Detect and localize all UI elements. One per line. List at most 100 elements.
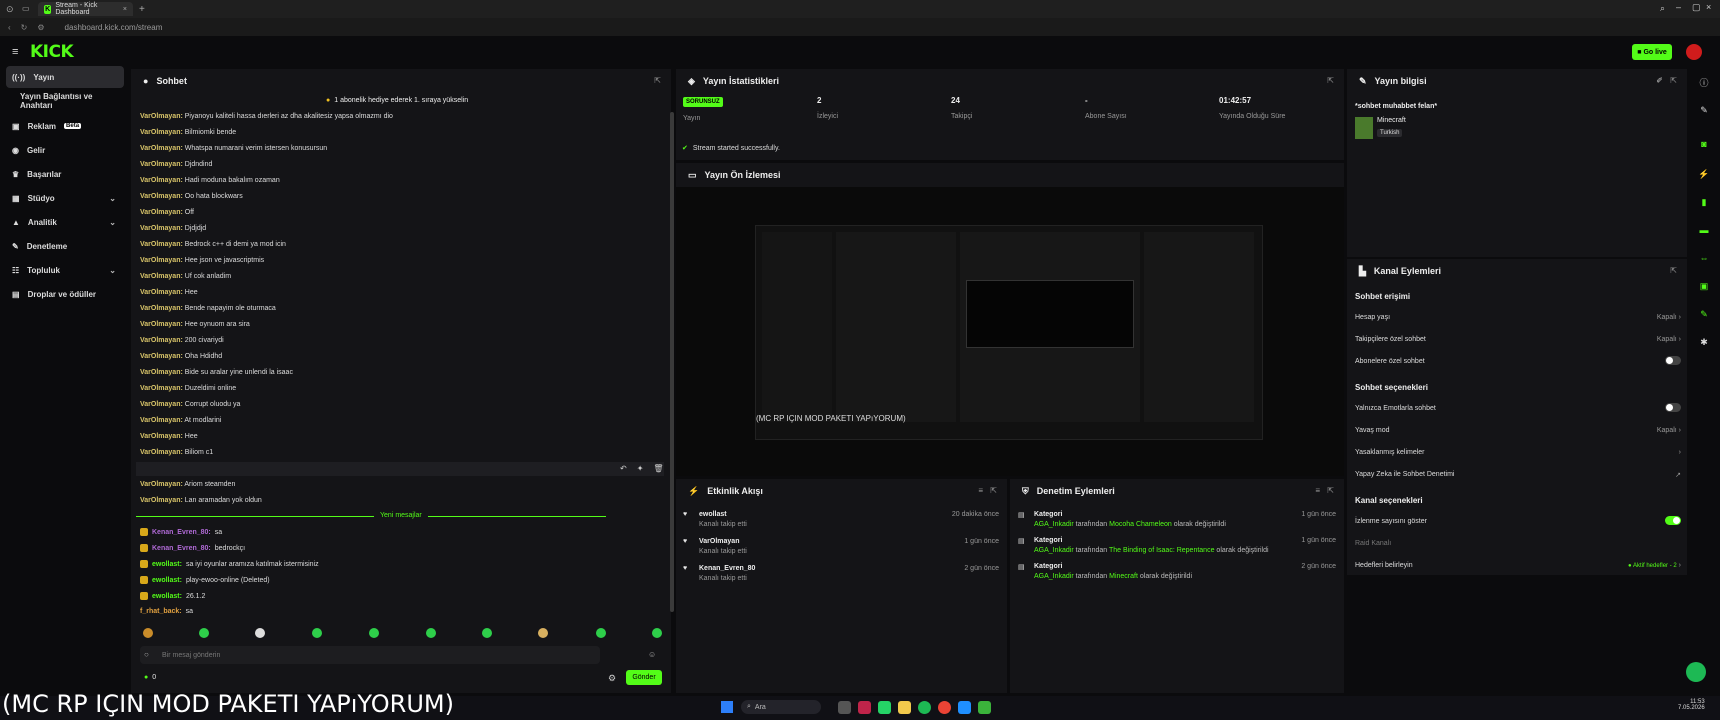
pin-icon[interactable]: ✦ [637, 464, 644, 473]
chat-message[interactable]: VarOlmayan: Djdndind [140, 161, 212, 168]
chat-settings-icon[interactable]: ⚙ [608, 673, 616, 684]
sidebar-item-moderation[interactable]: ✎ Denetleme [6, 235, 124, 257]
tab-overview-icon[interactable]: ▭ [22, 4, 30, 13]
emote-icon[interactable] [426, 628, 436, 638]
chat-username[interactable]: VarOlmayan: [140, 401, 183, 408]
taskbar-search[interactable]: ⌕ Ara [741, 700, 821, 714]
followers-only-row[interactable]: Takipçilere özel sohbet Kapalı › [1355, 336, 1681, 343]
chat-username[interactable]: VarOlmayan: [140, 145, 183, 152]
chat-message[interactable]: VarOlmayan: Duzeldimi online [140, 385, 236, 392]
emote-icon[interactable] [255, 628, 265, 638]
activity-user[interactable]: Kenan_Evren_80 [699, 565, 999, 572]
chat-message[interactable]: VarOlmayan: Uf cok anladim [140, 273, 231, 280]
category-name[interactable]: Minecraft [1377, 117, 1406, 124]
chat-message[interactable]: VarOlmayan: Piyanoyu kaliteli hassa dıer… [140, 113, 393, 120]
rail-wrench-icon[interactable]: ✎ [1696, 306, 1712, 322]
chat-username[interactable]: VarOlmayan: [140, 337, 183, 344]
chat-message[interactable]: ewollast: 26.1.2 [140, 592, 205, 600]
popout-icon[interactable]: ⇱ [1327, 76, 1334, 85]
mod-user[interactable]: AGA_Inkadir [1034, 547, 1074, 554]
user-avatar[interactable] [1686, 44, 1702, 60]
taskbar-whatsapp-icon[interactable] [878, 701, 891, 714]
url-field[interactable]: dashboard.kick.com/stream [65, 23, 163, 32]
mod-user[interactable]: AGA_Inkadir [1034, 573, 1074, 580]
rail-chat-icon[interactable]: ▬ [1696, 222, 1712, 238]
pencil-icon[interactable]: ✎ [1696, 102, 1712, 118]
goals-row[interactable]: Hedefleri belirleyin ● Aktif hedefler - 2… [1355, 562, 1681, 569]
chat-username[interactable]: VarOlmayan: [140, 225, 183, 232]
chat-message[interactable]: VarOlmayan: Off [140, 209, 194, 216]
ai-moderation-row[interactable]: Yapay Zeka ile Sohbet Denetimi ↗ [1355, 471, 1681, 479]
chat-username[interactable]: VarOlmayan: [140, 177, 183, 184]
help-icon[interactable] [1686, 662, 1706, 682]
popout-icon[interactable]: ⇱ [1670, 76, 1677, 85]
emote-icon[interactable] [369, 628, 379, 638]
taskbar-minecraft-icon[interactable] [978, 701, 991, 714]
chat-message[interactable]: VarOlmayan: Corrupt oluodu ya [140, 401, 240, 408]
chat-message[interactable]: VarOlmayan: Bedrock c++ di demi ya mod i… [140, 241, 286, 248]
emote-icon[interactable] [143, 628, 153, 638]
chat-message[interactable]: VarOlmayan: Hee [140, 433, 198, 440]
chat-message[interactable]: f_rhat_back: sa [140, 608, 193, 615]
taskbar-spotify-icon[interactable] [918, 701, 931, 714]
emote-icon[interactable] [312, 628, 322, 638]
sidebar-item-ads[interactable]: ▣ Reklam Beta [6, 115, 124, 137]
chat-username[interactable]: ewollast: [152, 577, 182, 584]
chat-message[interactable]: VarOlmayan: Hee [140, 289, 198, 296]
chat-username[interactable]: Kenan_Evren_80: [152, 529, 211, 536]
browser-menu-icon[interactable]: ⊙ [6, 4, 14, 15]
sidebar-item-revenue[interactable]: ◉ Gelir [6, 139, 124, 161]
emoji-icon[interactable]: ☺ [648, 650, 656, 659]
maximize-icon[interactable]: ▢ [1692, 2, 1701, 13]
minimize-icon[interactable]: – [1676, 2, 1681, 12]
emote-icon[interactable] [199, 628, 209, 638]
emote-icon[interactable] [596, 628, 606, 638]
pinned-gift-banner[interactable]: ● 1 abonelik hediye ederek 1. sıraya yük… [326, 97, 468, 104]
chat-message[interactable]: Kenan_Evren_80: bedrockçı [140, 544, 245, 552]
chat-username[interactable]: VarOlmayan: [140, 241, 183, 248]
sidebar-item-drops[interactable]: ▤ Droplar ve ödüller [6, 283, 124, 305]
chat-message[interactable]: VarOlmayan: Oo hata blockwars [140, 193, 243, 200]
chat-username[interactable]: ewollast: [152, 593, 182, 600]
chat-scrollbar[interactable] [670, 112, 674, 612]
taskbar-chrome-icon[interactable] [938, 701, 951, 714]
subs-only-toggle[interactable] [1665, 356, 1681, 365]
chat-username[interactable]: VarOlmayan: [140, 417, 183, 424]
rail-book-icon[interactable]: ▮ [1696, 194, 1712, 210]
mod-target[interactable]: Minecraft [1109, 573, 1138, 580]
slow-mode-row[interactable]: Yavaş mod Kapalı › [1355, 427, 1681, 434]
new-tab-icon[interactable]: + [139, 4, 145, 15]
windows-start-icon[interactable] [721, 701, 733, 713]
popout-icon[interactable]: ⇱ [1327, 486, 1334, 495]
emote-icon[interactable] [652, 628, 662, 638]
emotes-only-toggle[interactable] [1665, 403, 1681, 412]
chat-message[interactable]: ewollast: play-ewoo-online (Deleted) [140, 576, 270, 584]
rail-gear-icon[interactable]: ✱ [1696, 334, 1712, 350]
emote-icon[interactable] [538, 628, 548, 638]
taskbar-steam-icon[interactable] [958, 701, 971, 714]
chat-username[interactable]: VarOlmayan: [140, 161, 183, 168]
chat-username[interactable]: VarOlmayan: [140, 273, 183, 280]
chat-message[interactable]: VarOlmayan: Bilmiomki bende [140, 129, 236, 136]
edit-icon[interactable]: ✐ [1656, 76, 1663, 85]
chat-message[interactable]: VarOlmayan: Hadi moduna bakalım ozaman [140, 177, 280, 184]
rail-bolt-icon[interactable]: ⚡ [1696, 166, 1712, 182]
tab-close-icon[interactable]: × [123, 6, 127, 13]
chat-message[interactable]: VarOlmayan: Ariom steamden [140, 481, 235, 488]
window-search-icon[interactable]: ⌕ [1660, 3, 1665, 14]
hamburger-icon[interactable]: ≡ [12, 46, 18, 58]
chat-message[interactable]: VarOlmayan: Biliom c1 [140, 449, 213, 456]
chat-message[interactable]: Kenan_Evren_80: sa [140, 528, 222, 536]
close-window-icon[interactable]: × [1706, 2, 1711, 12]
mod-target[interactable]: The Binding of Isaac: Repentance [1109, 547, 1214, 554]
chat-username[interactable]: VarOlmayan: [140, 449, 183, 456]
banned-words-row[interactable]: Yasaklanmış kelimeler › [1355, 449, 1681, 456]
info-icon[interactable]: ⓘ [1696, 74, 1712, 90]
sidebar-item-studio[interactable]: ▦ Stüdyo ⌄ [6, 187, 124, 209]
chat-message[interactable]: VarOlmayan: Djdjdjd [140, 225, 206, 232]
chat-message[interactable]: VarOlmayan: Lan aramadan yok oldun [140, 497, 262, 504]
go-live-button[interactable]: ■ Go live [1632, 44, 1672, 60]
sidebar-item-achievements[interactable]: ♛ Başarılar [6, 163, 124, 185]
chat-username[interactable]: VarOlmayan: [140, 113, 183, 120]
site-info-icon[interactable]: ⚙ [37, 23, 44, 32]
